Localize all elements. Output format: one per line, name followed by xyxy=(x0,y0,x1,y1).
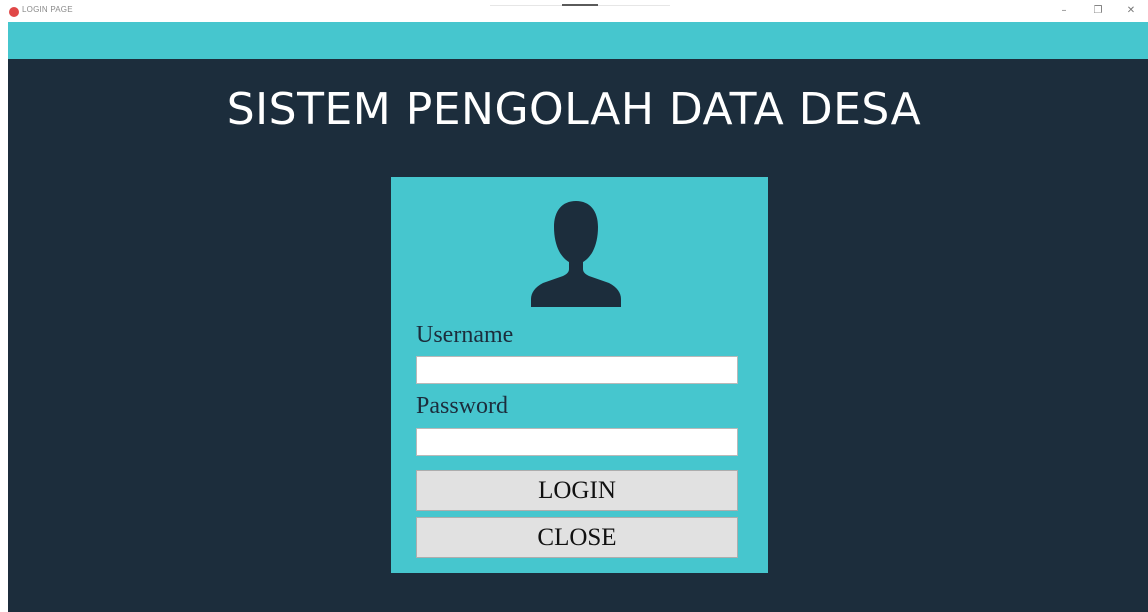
main-panel: SISTEM PENGOLAH DATA DESA Username Passw… xyxy=(8,59,1148,612)
login-card: Username Password LOGIN CLOSE xyxy=(391,177,768,573)
password-input[interactable] xyxy=(416,428,738,456)
username-input[interactable] xyxy=(416,356,738,384)
minimize-button[interactable]: – xyxy=(1057,4,1071,18)
page-title: SISTEM PENGOLAH DATA DESA xyxy=(226,84,922,135)
window-title: LOGIN PAGE xyxy=(22,5,73,14)
titlebar-drag-handle[interactable] xyxy=(562,4,598,6)
close-button[interactable]: CLOSE xyxy=(416,517,738,558)
password-label: Password xyxy=(416,393,509,419)
close-window-button[interactable]: ✕ xyxy=(1124,4,1138,18)
window-titlebar: LOGIN PAGE – ❐ ✕ xyxy=(0,0,1148,22)
user-silhouette-icon xyxy=(531,201,621,307)
maximize-button[interactable]: ❐ xyxy=(1091,4,1105,18)
app-icon xyxy=(9,7,19,17)
login-button[interactable]: LOGIN xyxy=(416,470,738,511)
username-label: Username xyxy=(416,322,514,348)
header-strip xyxy=(8,22,1148,59)
